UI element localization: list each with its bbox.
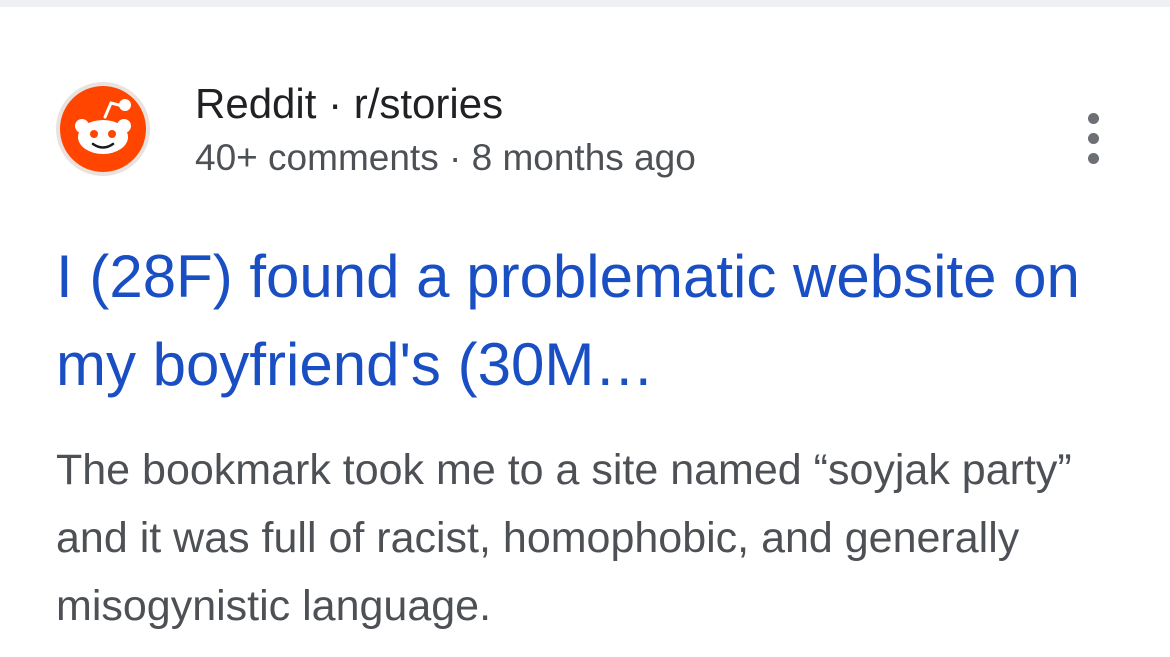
menu-dot <box>1088 133 1099 144</box>
community-name: r/stories <box>353 80 504 127</box>
result-meta: 40+ comments · 8 months ago <box>195 134 696 182</box>
result-source[interactable]: Reddit · r/stories <box>195 77 503 131</box>
reddit-logo-icon[interactable] <box>55 81 151 177</box>
more-vert-icon[interactable] <box>1076 111 1112 167</box>
menu-dot <box>1088 113 1099 124</box>
separator: · <box>316 80 354 127</box>
search-result-card: Reddit · r/stories 40+ comments · 8 mont… <box>0 7 1170 657</box>
separator: · <box>438 137 472 178</box>
menu-dot <box>1088 153 1099 164</box>
post-age: 8 months ago <box>471 137 696 178</box>
site-name: Reddit <box>195 80 317 127</box>
result-snippet: The bookmark took me to a site named “so… <box>56 446 1072 630</box>
comment-count: 40+ comments <box>195 137 439 178</box>
result-title-link[interactable]: I (28F) found a problematic website on m… <box>56 233 1136 409</box>
